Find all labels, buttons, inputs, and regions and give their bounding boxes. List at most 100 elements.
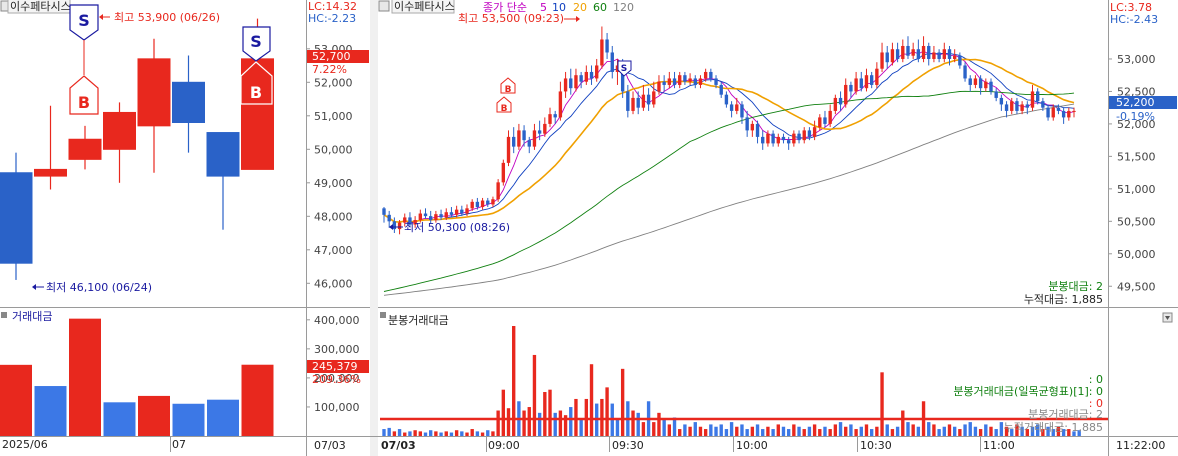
- intraday-volume-bar: [859, 426, 863, 436]
- intraday-candle-body: [475, 201, 480, 208]
- intraday-candle-body: [501, 162, 506, 183]
- intraday-volume-bar: [480, 432, 485, 436]
- intraday-volume-bar: [978, 429, 983, 436]
- vol-info-2: 분봉거래대금: 2: [1028, 408, 1103, 421]
- intraday-candle-body: [947, 49, 952, 59]
- intraday-candle-body: [480, 200, 485, 208]
- intraday-volume-bar: [683, 424, 687, 436]
- intraday-candle-body: [942, 49, 946, 59]
- intraday-volume-bar: [429, 430, 433, 436]
- intraday-candle-body: [1067, 110, 1071, 118]
- intraday-candle-body: [1061, 110, 1066, 118]
- intraday-volume-bar: [537, 412, 542, 436]
- volume-bar: [34, 386, 67, 436]
- intraday-candle-body: [610, 52, 614, 72]
- intraday-volume-bar: [496, 410, 500, 436]
- intraday-candle-body: [906, 45, 910, 56]
- candle-body: [172, 81, 205, 124]
- left-date-label-1: 2025/06: [2, 438, 48, 451]
- intraday-volume-bar: [755, 424, 760, 436]
- time-label-1100: 11:00: [983, 439, 1015, 452]
- intraday-candle-body: [527, 140, 531, 147]
- intraday-volume-bar: [797, 426, 801, 436]
- intraday-candle-body: [786, 140, 791, 144]
- intraday-volume-bar: [869, 429, 874, 436]
- intraday-volume-bar: [750, 426, 755, 436]
- sell-signal-label: S: [78, 11, 90, 30]
- intraday-volume-bar: [465, 432, 469, 436]
- left-volume-tag-label: 245,379: [312, 360, 358, 373]
- left-pct-tag-label: 7.22%: [312, 63, 347, 76]
- intraday-candle-body: [1010, 101, 1014, 111]
- intraday-candle-body: [880, 52, 884, 69]
- intraday-candle-body: [1041, 101, 1045, 108]
- right-price-tick-label: 50,500: [1117, 215, 1156, 228]
- intraday-volume-bar: [662, 419, 666, 436]
- intraday-candle-body: [584, 71, 589, 82]
- intraday-candle-body: [1030, 91, 1035, 108]
- right-price-tick-label: 50,000: [1117, 248, 1156, 261]
- intraday-candle-body: [1072, 110, 1076, 112]
- intraday-candle-body: [589, 71, 594, 79]
- intraday-volume-bar: [532, 354, 537, 436]
- intraday-candle-body: [1056, 107, 1061, 111]
- vol-info-3: 누적거래대금: 1,885: [1004, 421, 1103, 434]
- left-volume-tick-label: 300,000: [314, 343, 360, 356]
- right-info-2: 누적대금: 1,885: [1024, 293, 1103, 306]
- intraday-candle-body: [517, 130, 521, 147]
- intraday-volume-bar: [418, 431, 423, 436]
- time-label-date: 07/03: [381, 439, 416, 452]
- left-high-marker: 최고 53,900 (06/26): [99, 11, 220, 24]
- intraday-candle-body: [755, 123, 760, 137]
- intraday-candle-body: [672, 78, 677, 85]
- intraday-candle-body: [869, 75, 874, 85]
- intraday-candle-body: [512, 136, 516, 147]
- volume-bar: [138, 395, 170, 436]
- intraday-candle-body: [532, 130, 537, 147]
- intraday-volume-bar: [620, 368, 625, 436]
- left-volume-title: 거래대금: [12, 310, 52, 323]
- left-price-tick-label: 50,000: [314, 143, 353, 156]
- intraday-candle-body: [963, 65, 967, 79]
- buy-signal-label: B: [501, 104, 508, 114]
- intraday-candle-body: [802, 130, 806, 141]
- time-label-1000: 10:00: [736, 439, 768, 452]
- intraday-candle-body: [792, 133, 796, 144]
- buy-signal-label: B: [78, 93, 90, 112]
- intraday-candle-body: [465, 208, 469, 214]
- intraday-candle-body: [750, 123, 755, 131]
- intraday-volume-bar: [958, 429, 962, 436]
- intraday-volume-bar: [703, 429, 708, 436]
- left-volume-pane-icon[interactable]: [1, 312, 7, 318]
- intraday-volume-bar: [439, 432, 443, 436]
- right-volume-pane-icon[interactable]: [380, 312, 386, 318]
- intraday-candle-body: [994, 91, 998, 98]
- intraday-volume-bar: [714, 426, 718, 436]
- intraday-volume-bar: [963, 424, 967, 436]
- intraday-candle-body: [735, 104, 739, 111]
- intraday-candle-body: [693, 78, 697, 85]
- right-panel-grid-icon[interactable]: [378, 0, 390, 12]
- intraday-volume-bar: [652, 422, 656, 436]
- left-volume-tick-label: 400,000: [314, 314, 360, 327]
- candle-body: [137, 58, 171, 127]
- panel-splitter[interactable]: [370, 0, 378, 456]
- right-time-readout: 11:22:00: [1116, 439, 1165, 452]
- intraday-volume-bar: [605, 387, 609, 436]
- intraday-volume-bar: [631, 410, 635, 436]
- intraday-candle-body: [833, 97, 838, 111]
- ma-legend-120: 120: [613, 1, 634, 14]
- intraday-volume-bar: [693, 422, 697, 436]
- intraday-volume-bar: [849, 424, 853, 436]
- left-price-tick-label: 49,000: [314, 177, 353, 190]
- intraday-candle-body: [1051, 107, 1055, 118]
- intraday-candle-body: [932, 52, 936, 59]
- intraday-volume-bar: [636, 412, 640, 436]
- intraday-volume-bar: [745, 429, 749, 436]
- intraday-candle-body: [1046, 107, 1050, 118]
- intraday-volume-bar: [584, 398, 589, 436]
- left-title: 이수페타시스: [10, 0, 71, 13]
- intraday-candle-body: [973, 78, 978, 85]
- intraday-candle-body: [569, 78, 573, 89]
- intraday-candle-body: [999, 97, 1004, 105]
